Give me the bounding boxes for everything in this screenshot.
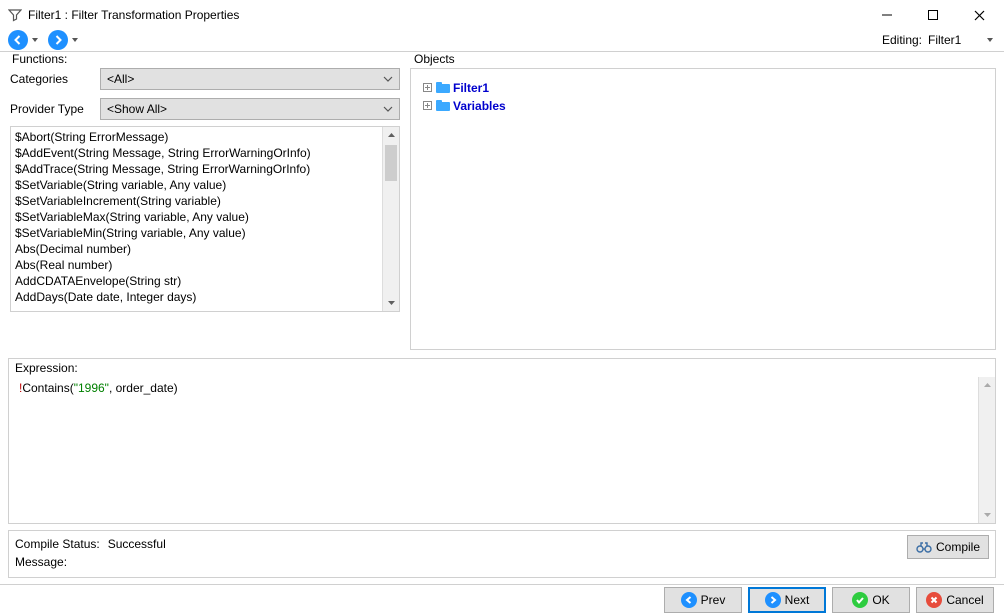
categories-dropdown[interactable]: <All>: [100, 68, 400, 90]
tree-node-filter1[interactable]: Filter1: [421, 79, 985, 97]
functions-label: Functions:: [8, 52, 402, 66]
function-item[interactable]: Abs(Decimal number): [15, 241, 378, 257]
provider-type-value: <Show All>: [107, 102, 167, 116]
categories-value: <All>: [107, 72, 134, 86]
minimize-button[interactable]: [864, 0, 910, 30]
expression-label: Expression:: [9, 359, 995, 377]
maximize-button[interactable]: [910, 0, 956, 30]
provider-type-label: Provider Type: [10, 102, 94, 116]
editing-value: Filter1: [928, 33, 978, 47]
scroll-down-icon[interactable]: [383, 294, 399, 311]
expand-icon[interactable]: [421, 100, 433, 112]
folder-icon: [435, 99, 451, 113]
next-button-label: Next: [785, 593, 810, 607]
function-item[interactable]: Abs(Real number): [15, 257, 378, 273]
expand-icon[interactable]: [421, 82, 433, 94]
nav-forward-dropdown[interactable]: [70, 36, 80, 44]
compile-status-value: Successful: [108, 535, 166, 553]
arrow-right-icon: [765, 592, 781, 608]
check-icon: [852, 592, 868, 608]
toolbar: Editing: Filter1: [0, 30, 1004, 52]
compile-status-label: Compile Status:: [15, 535, 100, 553]
function-item[interactable]: $SetVariable(String variable, Any value): [15, 177, 378, 193]
editing-dropdown[interactable]: [984, 36, 996, 44]
functions-listbox[interactable]: $Abort(String ErrorMessage) $AddEvent(St…: [10, 126, 400, 312]
expression-scrollbar[interactable]: [978, 377, 995, 523]
arrow-left-icon: [681, 592, 697, 608]
x-icon: [926, 592, 942, 608]
provider-type-dropdown[interactable]: <Show All>: [100, 98, 400, 120]
title-bar: Filter1 : Filter Transformation Properti…: [0, 0, 1004, 30]
expression-editor[interactable]: !Contains("1996", order_date): [9, 377, 978, 523]
nav-back-dropdown[interactable]: [30, 36, 40, 44]
window-title: Filter1 : Filter Transformation Properti…: [28, 8, 239, 22]
editing-label: Editing:: [882, 33, 922, 47]
cancel-button[interactable]: Cancel: [916, 587, 994, 613]
tree-node-variables[interactable]: Variables: [421, 97, 985, 115]
next-button[interactable]: Next: [748, 587, 826, 613]
function-item[interactable]: $SetVariableIncrement(String variable): [15, 193, 378, 209]
tree-label: Variables: [453, 97, 506, 115]
message-label: Message:: [15, 553, 67, 571]
prev-button[interactable]: Prev: [664, 587, 742, 613]
chevron-down-icon: [383, 74, 393, 84]
function-item[interactable]: $SetVariableMin(String variable, Any val…: [15, 225, 378, 241]
function-item[interactable]: AddCDATAEnvelope(String str): [15, 273, 378, 289]
chevron-down-icon: [383, 104, 393, 114]
folder-icon: [435, 81, 451, 95]
nav-back-button[interactable]: [8, 30, 28, 50]
scroll-up-icon[interactable]: [979, 377, 995, 394]
prev-button-label: Prev: [701, 593, 726, 607]
functions-scrollbar[interactable]: [382, 127, 399, 311]
function-item[interactable]: $AddTrace(String Message, String ErrorWa…: [15, 161, 378, 177]
scroll-down-icon[interactable]: [979, 506, 995, 523]
categories-label: Categories: [10, 72, 94, 86]
compile-button-label: Compile: [936, 540, 980, 554]
tree-label: Filter1: [453, 79, 489, 97]
function-item[interactable]: AddDays(Date date, Integer days): [15, 289, 378, 305]
scroll-up-icon[interactable]: [383, 127, 399, 144]
cancel-button-label: Cancel: [946, 593, 983, 607]
ok-button[interactable]: OK: [832, 587, 910, 613]
button-bar: Prev Next OK Cancel: [0, 584, 1004, 615]
ok-button-label: OK: [872, 593, 889, 607]
nav-forward-button[interactable]: [48, 30, 68, 50]
objects-label: Objects: [410, 52, 996, 66]
filter-icon: [8, 8, 22, 22]
function-item[interactable]: $Abort(String ErrorMessage): [15, 129, 378, 145]
binoculars-icon: [916, 540, 932, 554]
function-item[interactable]: $AddEvent(String Message, String ErrorWa…: [15, 145, 378, 161]
close-button[interactable]: [956, 0, 1002, 30]
function-item[interactable]: $SetVariableMax(String variable, Any val…: [15, 209, 378, 225]
objects-tree[interactable]: Filter1 Variables: [410, 68, 996, 350]
scroll-thumb[interactable]: [385, 145, 397, 181]
compile-button[interactable]: Compile: [907, 535, 989, 559]
